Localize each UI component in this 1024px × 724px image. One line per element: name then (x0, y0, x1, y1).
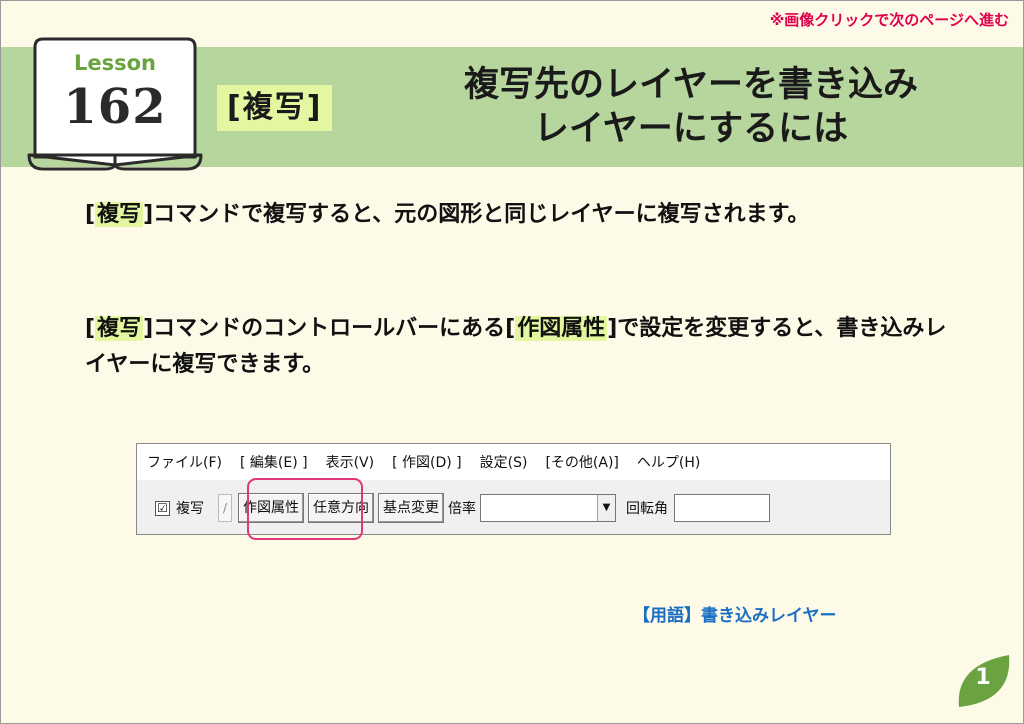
lesson-book-badge: Lesson 162 (25, 29, 205, 179)
bracket-close: ] (143, 202, 154, 227)
menu-other[interactable]: [その他(A)] (545, 452, 618, 472)
menu-help[interactable]: ヘルプ(H) (637, 452, 700, 472)
term-link[interactable]: 【用語】書き込みレイヤー (633, 601, 837, 626)
bracket-close: ] (607, 316, 618, 341)
highlight-copy: 複写 (95, 316, 144, 341)
page-number: 1 (975, 665, 991, 690)
rotation-label: 回転角 (626, 501, 668, 517)
paragraph-1-text: コマンドで複写すると、元の図形と同じレイヤーに複写されます。 (153, 202, 810, 227)
slash-button[interactable]: / (218, 494, 232, 522)
bracket-open: [ (85, 202, 96, 227)
bracket-close: ] (143, 316, 154, 341)
copy-checkbox-label: 複写 (176, 501, 204, 517)
title-line-2: レイヤーにするには (533, 109, 849, 149)
rotation-input[interactable] (674, 494, 770, 522)
next-page-note[interactable]: ※画像クリックで次のページへ進む (770, 9, 1009, 30)
page-badge: 1 (953, 651, 1013, 711)
lesson-label: Lesson (73, 51, 156, 75)
title-line-1: 複写先のレイヤーを書き込み (464, 65, 918, 105)
highlight-draw-attr: 作図属性 (515, 316, 608, 341)
slide[interactable]: ※画像クリックで次のページへ進む Lesson 162 [複写] 複写先のレイヤ… (0, 0, 1024, 724)
scale-combo[interactable]: ▼ (480, 494, 616, 522)
page-title: 複写先のレイヤーを書き込み レイヤーにするには (371, 63, 1011, 151)
paragraph-2-text-mid: コマンドのコントロールバーにある (153, 316, 506, 341)
paragraph-1: [複写]コマンドで複写すると、元の図形と同じレイヤーに複写されます。 (85, 197, 965, 233)
menu-edit[interactable]: [ 編集(E) ] (240, 452, 308, 472)
menu-file[interactable]: ファイル(F) (147, 452, 222, 472)
menu-view[interactable]: 表示(V) (326, 452, 375, 472)
change-base-point-button[interactable]: 基点変更 (378, 493, 444, 523)
menu-settings[interactable]: 設定(S) (480, 452, 528, 472)
scale-label: 倍率 (448, 501, 476, 517)
menu-draw[interactable]: [ 作図(D) ] (392, 452, 462, 472)
chevron-down-icon[interactable]: ▼ (597, 495, 615, 521)
menu-bar: ファイル(F) [ 編集(E) ] 表示(V) [ 作図(D) ] 設定(S) … (137, 444, 890, 480)
highlight-callout (247, 478, 363, 540)
command-tag: [複写] (217, 85, 333, 131)
paragraph-2: [複写]コマンドのコントロールバーにある[作図属性]で設定を変更すると、書き込み… (85, 311, 965, 383)
copy-checkbox[interactable]: ☑ (155, 500, 170, 516)
bracket-open: [ (505, 316, 516, 341)
bracket-open: [ (85, 316, 96, 341)
lesson-number: 162 (63, 79, 167, 135)
highlight-copy: 複写 (95, 202, 144, 227)
